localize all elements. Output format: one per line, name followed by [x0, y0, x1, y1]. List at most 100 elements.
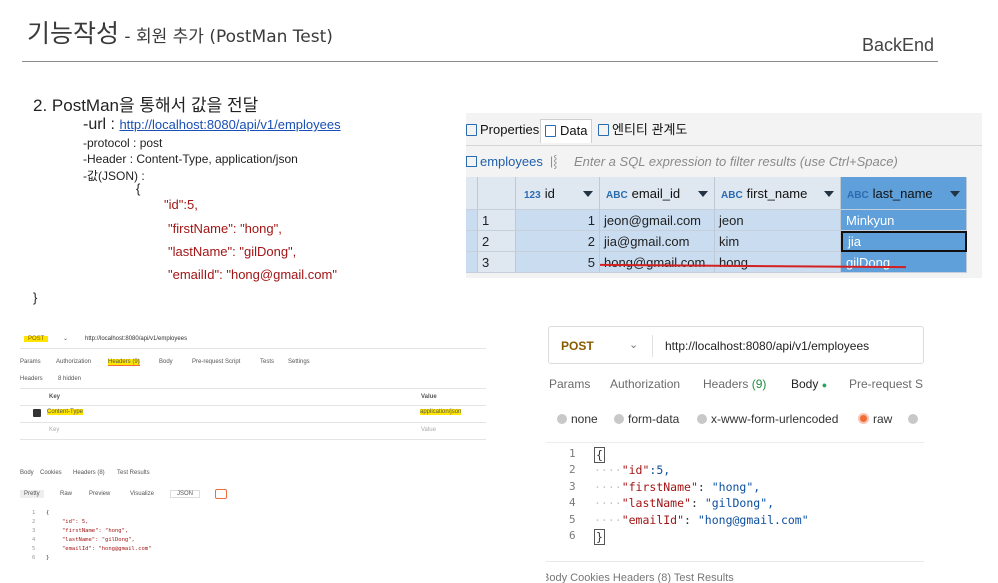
tab-body[interactable]: Body [159, 359, 173, 365]
code-line[interactable]: } [594, 529, 605, 545]
slide-title-subtitle: - 회원 추가 (PostMan Test) [119, 27, 333, 47]
code-line[interactable]: ····"id":5, [594, 463, 670, 477]
table-icon [466, 156, 477, 167]
sort-icon[interactable] [950, 191, 960, 197]
radio-circle-icon [908, 414, 918, 424]
sort-icon[interactable] [583, 191, 593, 197]
method-select[interactable]: POST [561, 339, 594, 353]
table-row[interactable]: 1 1 jeon@gmail.com jeon Minkyun [466, 210, 982, 231]
tab-data[interactable]: Data [540, 119, 593, 143]
code-line: { [46, 510, 50, 516]
row-number: 1 [478, 210, 516, 231]
line-number: 5 [569, 513, 576, 526]
tab-body[interactable]: Body ● [791, 377, 827, 391]
view-pretty[interactable]: Pretty [20, 490, 44, 498]
column-header-id[interactable]: 123 id [516, 177, 600, 210]
radio-none[interactable]: none [557, 412, 598, 426]
response-tabs-cut[interactable]: Body Cookies Headers (8) Test Results [546, 572, 734, 583]
format-select[interactable]: JSON [170, 490, 201, 498]
cell-id[interactable]: 1 [516, 210, 600, 231]
filter-input[interactable]: Enter a SQL expression to filter results… [574, 149, 898, 174]
sort-icon[interactable] [698, 191, 708, 197]
radio-raw[interactable]: raw [858, 412, 892, 426]
column-header-last-name[interactable]: ABC last_name [841, 177, 967, 210]
view-visualize[interactable]: Visualize [130, 491, 154, 497]
cell-id[interactable]: 5 [516, 252, 600, 273]
column-label: last_name [872, 186, 933, 201]
cell-email-id[interactable]: jia@gmail.com [600, 231, 715, 252]
chevron-down-icon[interactable]: ⌄ [629, 338, 638, 351]
column-header-first-name[interactable]: ABC first_name [715, 177, 841, 210]
column-header-email-id[interactable]: ABC email_id [600, 177, 715, 210]
cell-email-id[interactable]: jeon@gmail.com [600, 210, 715, 231]
hidden-headers-toggle[interactable]: 8 hidden [58, 376, 81, 382]
code-line[interactable]: ····"firstName": "hong", [594, 480, 760, 494]
tab-properties[interactable]: Properties [466, 119, 539, 143]
response-tab-headers[interactable]: Headers (8) [73, 470, 105, 476]
code-line[interactable]: ····"lastName": "gilDong", [594, 496, 774, 510]
table-name[interactable]: employees [480, 149, 543, 174]
header-divider [22, 61, 938, 62]
response-tab-test-results[interactable]: Test Results [117, 470, 150, 476]
sort-icon[interactable] [824, 191, 834, 197]
cell-last-name[interactable]: gilDong [841, 252, 967, 273]
divider [20, 388, 486, 389]
header-key-cell[interactable]: Content-Type [47, 409, 84, 415]
row-gutter [466, 252, 478, 273]
cell-last-name[interactable]: Minkyun [841, 210, 967, 231]
table-row[interactable]: 2 2 jia@gmail.com kim jia [466, 231, 982, 252]
tab-params[interactable]: Params [20, 359, 41, 365]
line-number: 5 [32, 546, 36, 552]
tab-authorization[interactable]: Authorization [610, 377, 680, 391]
cell-first-name[interactable]: hong [715, 252, 841, 273]
header-value-cell[interactable]: application/json [420, 409, 462, 415]
response-tab-body[interactable]: Body [20, 470, 34, 476]
response-tab-cookies[interactable]: Cookies [40, 470, 62, 476]
url-input[interactable]: http://localhost:8080/api/v1/employees [665, 339, 869, 353]
table-row[interactable]: 3 5 hong@gmail.com hong gilDong [466, 252, 982, 273]
url-link[interactable]: http://localhost:8080/api/v1/employees [119, 117, 340, 132]
tab-pre-request[interactable]: Pre-request S [849, 377, 923, 391]
radio-urlencoded[interactable]: x-www-form-urlencoded [697, 412, 838, 426]
divider [546, 561, 924, 562]
cell-first-name[interactable]: kim [715, 231, 841, 252]
row-number-header [478, 177, 516, 210]
method-select[interactable]: POST [24, 336, 49, 342]
json-line-lastname: "lastName": "gilDong", [168, 244, 297, 259]
line-number: 3 [569, 480, 576, 493]
url-input[interactable]: http://localhost:8080/api/v1/employees [85, 336, 187, 342]
empty-key-cell[interactable]: Key [49, 427, 59, 433]
expand-icon[interactable]: |⸾ [550, 149, 557, 174]
chevron-down-icon[interactable]: ⌄ [63, 335, 68, 342]
col-value: Value [421, 394, 437, 400]
empty-value-cell[interactable]: Value [421, 427, 436, 433]
code-line[interactable]: { [594, 447, 605, 463]
view-raw[interactable]: Raw [60, 491, 72, 497]
tab-headers[interactable]: Headers (9) [703, 377, 766, 391]
header-checkbox[interactable] [33, 409, 41, 417]
tab-pre-request[interactable]: Pre-request Script [192, 359, 240, 365]
tab-params[interactable]: Params [549, 377, 590, 391]
json-value: "gilDong", [704, 496, 775, 510]
cell-first-name[interactable]: jeon [715, 210, 841, 231]
step-heading: 2. PostMan을 통해서 값을 전달 [33, 96, 259, 115]
cell-id[interactable]: 2 [516, 231, 600, 252]
tab-headers[interactable]: Headers (9) [108, 359, 140, 366]
tab-authorization[interactable]: Authorization [56, 359, 91, 365]
row-gutter [466, 231, 478, 252]
view-preview[interactable]: Preview [89, 491, 110, 497]
cell-email-id[interactable]: hong@gmail.com [600, 252, 715, 273]
tab-er-diagram[interactable]: 엔티티 관계도 [598, 119, 687, 143]
cell-last-name-selected[interactable]: jia [841, 231, 967, 252]
radio-circle-icon [557, 414, 567, 424]
code-line[interactable]: ····"emailId": "hong@gmail.com" [594, 513, 809, 527]
numeric-type-icon: 123 [524, 190, 541, 201]
wrap-icon[interactable] [215, 489, 227, 499]
row-gutter [466, 210, 478, 231]
code-line: "lastName": "gilDong", [62, 537, 135, 543]
radio-form-data[interactable]: form-data [614, 412, 679, 426]
json-line-emailid: "emailId": "hong@gmail.com" [168, 267, 337, 282]
tab-tests[interactable]: Tests [260, 359, 274, 365]
tab-settings[interactable]: Settings [288, 359, 310, 365]
col-key: Key [49, 394, 61, 400]
